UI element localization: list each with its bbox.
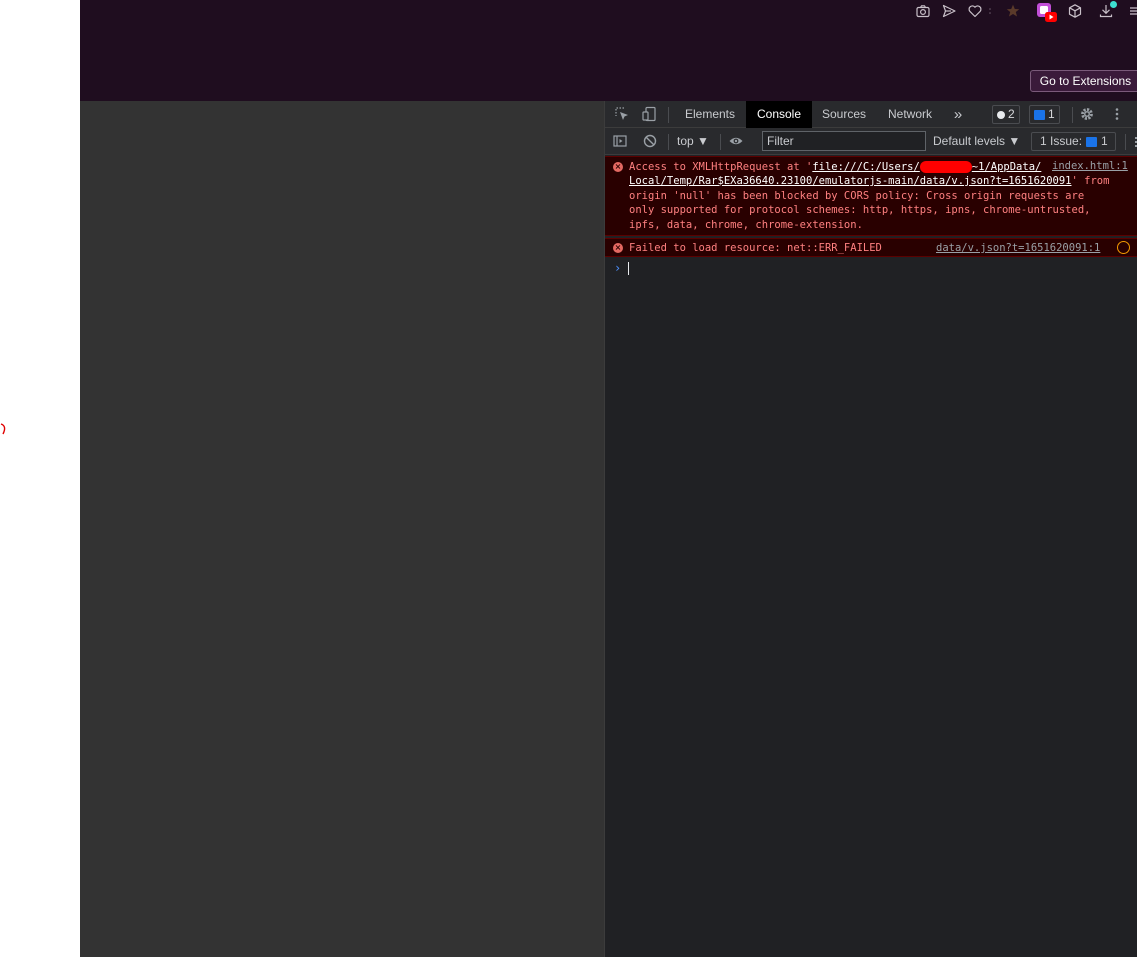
error-url-part: ~1/AppData/ (971, 161, 1042, 173)
download-notification-dot (1110, 1, 1117, 8)
page-left-white-area (0, 0, 80, 957)
messages-counter[interactable]: 2 (992, 105, 1020, 124)
error-url-part: file:///C:/Users/ (812, 161, 920, 173)
issue-message-icon (1086, 136, 1098, 147)
error-message: Failed to load resource: net::ERR_FAILED (629, 242, 882, 254)
error-source-link[interactable]: index.html:1 (1052, 160, 1128, 172)
error-text: Access to XMLHttpRequest at ' (629, 161, 813, 173)
error-icon: × (613, 162, 623, 172)
tab-elements[interactable]: Elements (677, 101, 743, 128)
page-content-area (80, 101, 604, 957)
info-counter[interactable]: 1 (1029, 105, 1060, 124)
clear-console-icon[interactable] (641, 132, 659, 150)
error-source-link[interactable]: data/v.json?t=1651620091:1 (936, 242, 1100, 254)
tab-sources[interactable]: Sources (813, 101, 875, 128)
devtools-tab-bar: Elements Console Sources Network » 2 1 (605, 101, 1137, 128)
console-prompt[interactable]: › (605, 257, 1137, 279)
console-filter-input[interactable] (762, 131, 926, 151)
issues-button[interactable]: 1 Issue: 1 (1031, 132, 1116, 151)
error-line-2: Local/Temp/Rar$EXa36640.23100/emulatorjs… (629, 174, 1109, 188)
tab-network[interactable]: Network (879, 101, 941, 128)
more-options-icon[interactable] (1108, 105, 1126, 123)
tab-console[interactable]: Console (746, 101, 812, 128)
log-levels-select[interactable]: Default levels ▼ (933, 128, 1020, 155)
toolbar-separator (668, 107, 669, 123)
sidebar-toggle-icon[interactable] (611, 132, 629, 150)
messages-count: 2 (1008, 107, 1015, 121)
error-line-4: only supported for protocol schemes: htt… (629, 204, 1091, 216)
error-icon: × (613, 243, 623, 253)
issues-label: 1 Issue: (1040, 134, 1083, 148)
send-icon[interactable] (940, 2, 958, 20)
network-request-icon[interactable] (1117, 241, 1130, 254)
console-error-cors: × Access to XMLHttpRequest at 'file:///C… (605, 156, 1137, 236)
camera-icon[interactable] (914, 2, 932, 20)
error-line-1: Access to XMLHttpRequest at 'file:///C:/… (629, 160, 1041, 174)
toolbar-separator (1125, 134, 1126, 150)
error-url-link[interactable]: file:///C:/Users/ ~1/AppData/ (812, 161, 1041, 173)
toolbar-separator (668, 134, 669, 150)
prompt-chevron-icon: › (614, 261, 622, 275)
redacted-username (919, 161, 972, 173)
toolbar-separator (720, 134, 721, 150)
error-line-5: ipfs, data, chrome, chrome-extension. (629, 219, 863, 231)
issues-count: 1 (1101, 134, 1108, 148)
menu-icon[interactable] (1129, 2, 1137, 20)
star-icon[interactable] (1004, 2, 1022, 20)
error-url-link[interactable]: Local/Temp/Rar$EXa36640.23100/emulatorjs… (629, 175, 1072, 187)
device-toolbar-icon[interactable] (640, 105, 658, 123)
console-filter-bar: top ▼ Default levels ▼ 1 Issue: 1 (605, 128, 1137, 155)
info-count: 1 (1048, 107, 1055, 121)
error-line-3: origin 'null' has been blocked by CORS p… (629, 190, 1085, 202)
youtube-extension-icon[interactable] (1036, 2, 1058, 24)
browser-top-bar: Go to Extensions (80, 0, 1137, 101)
live-expression-eye-icon[interactable] (727, 132, 745, 150)
cube-icon[interactable] (1066, 2, 1084, 20)
execution-context-select[interactable]: top ▼ (677, 128, 709, 155)
info-message-icon (1034, 109, 1045, 120)
text-caret (628, 262, 629, 275)
more-tabs-button[interactable]: » (948, 101, 968, 128)
toolbar-divider-dots (986, 2, 994, 20)
go-to-extensions-button[interactable]: Go to Extensions (1030, 70, 1137, 92)
inspect-element-icon[interactable] (613, 105, 631, 123)
message-dot-icon (997, 110, 1005, 119)
settings-gear-icon[interactable] (1078, 105, 1096, 123)
devtools-panel: Elements Console Sources Network » 2 1 t… (604, 101, 1137, 957)
red-scribble-mark (0, 423, 6, 435)
toolbar-separator (1072, 107, 1073, 123)
console-messages: × Access to XMLHttpRequest at 'file:///C… (605, 156, 1137, 279)
error-text: ' from (1071, 175, 1110, 187)
console-error-failed-load: × Failed to load resource: net::ERR_FAIL… (605, 238, 1137, 257)
heart-icon[interactable] (966, 2, 984, 20)
